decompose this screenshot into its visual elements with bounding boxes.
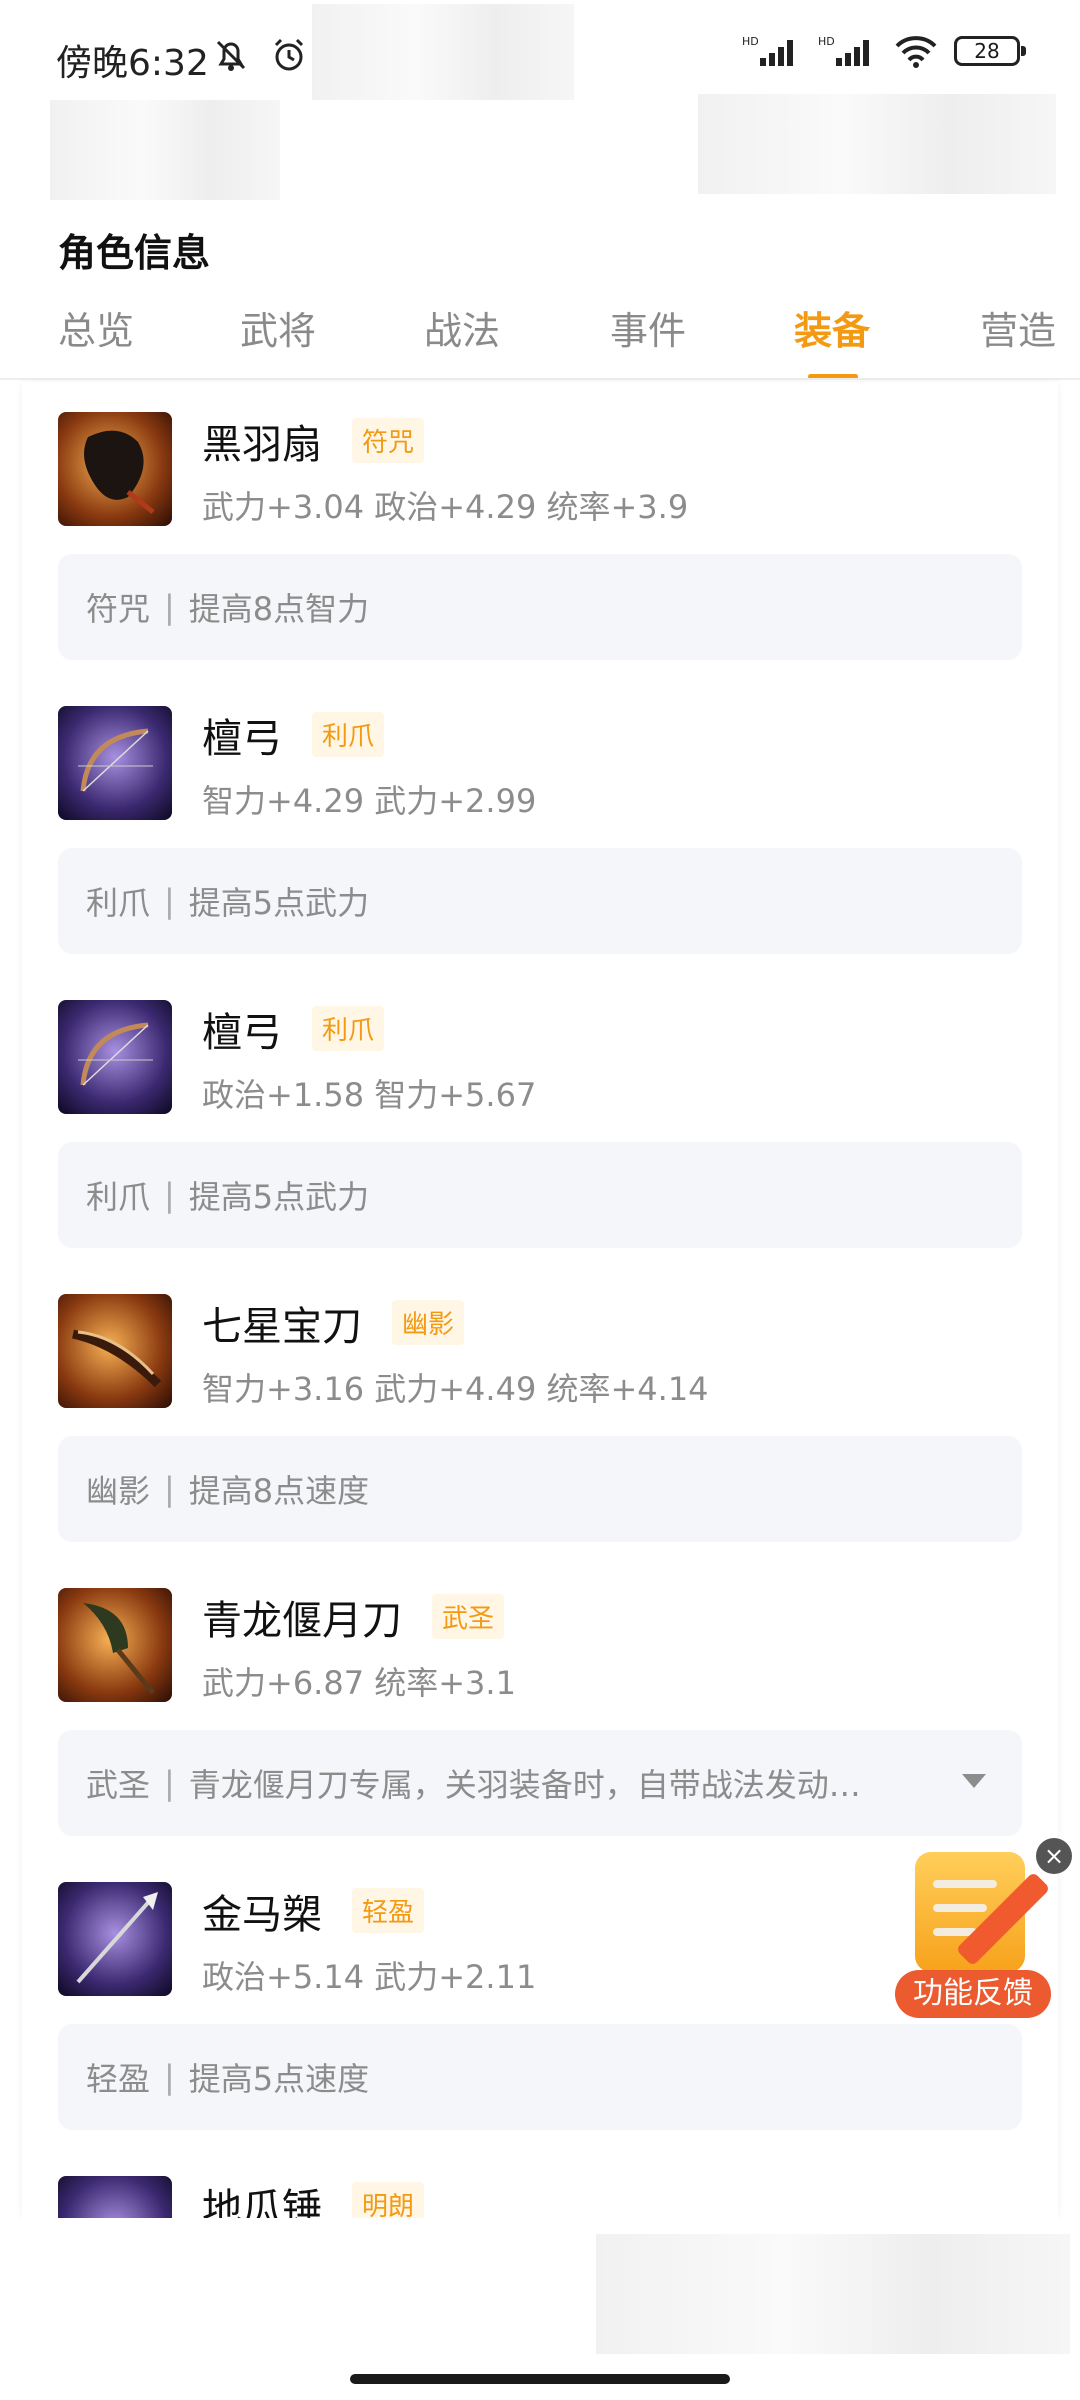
seven-star-sword-icon: [58, 1294, 172, 1408]
status-icons-right: HD HD 28: [742, 34, 1026, 68]
equipment-stats: 智力+4.29 武力+2.99: [202, 782, 537, 820]
equipment-name: 青龙偃月刀: [202, 1598, 402, 1644]
skill-name: 符咒: [86, 590, 151, 628]
skill-name: 利爪: [86, 1178, 151, 1216]
blurred-header-right: [698, 94, 1056, 194]
skill-separator: |: [164, 2058, 175, 2096]
equipment-list: 黑羽扇 符咒 武力+3.04 政治+4.29 统率+3.9 符咒 | 提高8点智…: [22, 382, 1058, 2218]
equipment-name: 檀弓: [202, 716, 282, 762]
tab-equipment[interactable]: 装备: [794, 300, 870, 355]
skill-description: 提高8点智力: [188, 590, 370, 628]
skill-name: 幽影: [86, 1472, 151, 1510]
equipment-skill-box[interactable]: 幽影 | 提高8点速度: [58, 1436, 1022, 1542]
skill-description: 提高5点武力: [188, 1178, 370, 1216]
equipment-tag: 利爪: [312, 712, 385, 757]
bow-icon: [58, 1000, 172, 1114]
equipment-stats: 政治+1.58 智力+5.67: [202, 1076, 537, 1114]
equipment-tag: 利爪: [312, 1006, 385, 1051]
green-dragon-blade-icon: [58, 1588, 172, 1702]
tab-tactics[interactable]: 战法: [424, 300, 500, 355]
signal-hd-label: HD: [742, 35, 759, 48]
equipment-item[interactable]: 青龙偃月刀 武圣 武力+6.87 统率+3.1 武圣 | 青龙偃月刀专属，关羽装…: [22, 1558, 1058, 1852]
equipment-item[interactable]: 黑羽扇 符咒 武力+3.04 政治+4.29 统率+3.9 符咒 | 提高8点智…: [22, 382, 1058, 676]
skill-description: 提高8点速度: [188, 1472, 370, 1510]
tab-overview[interactable]: 总览: [58, 300, 134, 355]
status-time: 傍晚6:32: [56, 43, 209, 84]
feedback-button[interactable]: 功能反馈: [895, 1842, 1055, 2022]
signal-icon: HD: [742, 35, 793, 66]
equipment-skill-box[interactable]: 武圣 | 青龙偃月刀专属，关羽装备时，自带战法发动…: [58, 1730, 1022, 1836]
blurred-status-notifications: [312, 4, 574, 100]
skill-description: 提高5点速度: [188, 2060, 370, 2098]
expand-arrow-icon[interactable]: [962, 1774, 986, 1788]
black-feather-fan-icon: [58, 412, 172, 526]
equipment-stats: 武力+6.87 统率+3.1: [202, 1664, 516, 1702]
feedback-close-button[interactable]: ×: [1036, 1838, 1072, 1874]
active-tab-indicator: [808, 374, 858, 378]
skill-separator: |: [164, 1176, 175, 1214]
equipment-tag: 武圣: [432, 1594, 505, 1639]
signal-icon: HD: [818, 35, 869, 66]
equipment-skill-box[interactable]: 轻盈 | 提高5点速度: [58, 2024, 1022, 2130]
battery-icon: 28: [954, 36, 1026, 66]
blurred-bottom-content: [596, 2234, 1070, 2354]
skill-description: 青龙偃月刀专属，关羽装备时，自带战法发动…: [188, 1766, 861, 1804]
equipment-tag: 轻盈: [352, 1888, 425, 1933]
skill-name: 武圣: [86, 1766, 151, 1804]
tab-generals[interactable]: 武将: [240, 300, 316, 355]
equipment-stats: 武力+3.04 政治+4.29 统率+3.9: [202, 488, 689, 526]
tab-bar: 总览 武将 战法 事件 装备 营造: [0, 290, 1080, 380]
battery-level: 28: [974, 39, 1000, 63]
equipment-stats: 智力+3.16 武力+4.49 统率+4.14: [202, 1370, 709, 1408]
equipment-tag: 符咒: [352, 418, 425, 463]
alarm-icon: [274, 38, 304, 71]
equipment-name: 金马槊: [202, 1892, 322, 1938]
tab-events[interactable]: 事件: [610, 300, 686, 355]
equipment-item[interactable]: 檀弓 利爪 政治+1.58 智力+5.67 利爪 | 提高5点武力: [22, 970, 1058, 1264]
skill-separator: |: [164, 588, 175, 626]
equipment-skill-box[interactable]: 利爪 | 提高5点武力: [58, 1142, 1022, 1248]
mute-bell-icon: [216, 40, 246, 71]
hammer-icon: [58, 2176, 172, 2218]
skill-separator: |: [164, 1764, 175, 1802]
equipment-tag: 明朗: [352, 2182, 425, 2218]
feedback-label: 功能反馈: [895, 1970, 1051, 2018]
skill-name: 利爪: [86, 884, 151, 922]
equipment-skill-box[interactable]: 符咒 | 提高8点智力: [58, 554, 1022, 660]
bottom-bar: [0, 2218, 1080, 2400]
equipment-name: 黑羽扇: [202, 422, 322, 468]
tab-construction[interactable]: 营造: [980, 300, 1056, 355]
skill-separator: |: [164, 1470, 175, 1508]
equipment-item[interactable]: 檀弓 利爪 智力+4.29 武力+2.99 利爪 | 提高5点武力: [22, 676, 1058, 970]
skill-name: 轻盈: [86, 2060, 151, 2098]
equipment-tag: 幽影: [392, 1300, 465, 1345]
blurred-header-left: [50, 100, 280, 200]
bow-icon: [58, 706, 172, 820]
equipment-item[interactable]: 七星宝刀 幽影 智力+3.16 武力+4.49 统率+4.14 幽影 | 提高8…: [22, 1264, 1058, 1558]
page-title: 角色信息: [58, 231, 211, 275]
skill-separator: |: [164, 882, 175, 920]
equipment-name: 地瓜锤: [202, 2186, 322, 2218]
wifi-icon: [895, 36, 937, 68]
home-indicator[interactable]: [350, 2374, 730, 2384]
signal-hd-label: HD: [818, 35, 835, 48]
equipment-name: 七星宝刀: [202, 1304, 362, 1350]
equipment-item[interactable]: 地瓜锤 明朗: [22, 2146, 1058, 2218]
status-icons-left: [212, 36, 308, 74]
skill-description: 提高5点武力: [188, 884, 370, 922]
spear-icon: [58, 1882, 172, 1996]
equipment-stats: 政治+5.14 武力+2.11: [202, 1958, 537, 1996]
equipment-skill-box[interactable]: 利爪 | 提高5点武力: [58, 848, 1022, 954]
equipment-name: 檀弓: [202, 1010, 282, 1056]
